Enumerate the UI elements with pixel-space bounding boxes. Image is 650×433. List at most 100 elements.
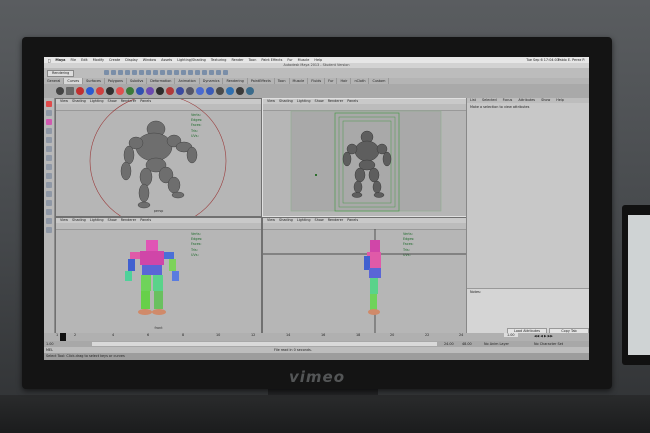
cylinder-icon[interactable] (76, 87, 84, 95)
menu-texturing[interactable]: Texturing (211, 58, 227, 62)
menu-modify[interactable]: Modify (93, 58, 104, 62)
sphere-icon[interactable] (56, 87, 64, 95)
extrude-icon[interactable] (146, 87, 154, 95)
robot-model-camera[interactable] (263, 99, 466, 216)
detach-icon[interactable] (206, 87, 214, 95)
sidebar-toggle-icon[interactable] (216, 70, 221, 75)
manipulator-icon[interactable] (46, 155, 52, 161)
tick-label: 6 (147, 333, 150, 337)
bevel-icon[interactable] (156, 87, 164, 95)
menu-lighting[interactable]: Lighting/Shading (177, 58, 206, 62)
boundary-icon[interactable] (186, 87, 194, 95)
render-settings-icon[interactable] (195, 70, 200, 75)
cube-icon[interactable] (66, 87, 74, 95)
current-frame-field[interactable]: 1.00 (504, 333, 518, 337)
range-bar[interactable] (92, 342, 437, 346)
trim-icon[interactable] (216, 87, 224, 95)
snap-plane-icon[interactable] (167, 70, 172, 75)
tick-label: 1 (56, 333, 59, 337)
menu-create[interactable]: Create (109, 58, 120, 62)
tick-label: 24 (459, 333, 464, 337)
snap-curve-icon[interactable] (153, 70, 158, 75)
hypershade-layout-icon[interactable] (46, 209, 52, 215)
revolve-icon[interactable] (166, 87, 174, 95)
save-scene-icon[interactable] (118, 70, 123, 75)
attach-icon[interactable] (196, 87, 204, 95)
menu-fur[interactable]: Fur (287, 58, 292, 62)
ae-menu-attributes[interactable]: Attributes (515, 98, 538, 103)
scale-tool-icon[interactable] (46, 146, 52, 152)
tick-label: 14 (286, 333, 291, 337)
viewport-bottom-right[interactable]: View Shading Lighting Show Renderer Pane… (262, 217, 467, 334)
curve-tool-icon[interactable] (116, 87, 124, 95)
plane-icon[interactable] (96, 87, 104, 95)
last-tool-icon[interactable] (46, 164, 52, 170)
menu-file[interactable]: File (70, 58, 76, 62)
open-scene-icon[interactable] (111, 70, 116, 75)
planar-icon[interactable] (176, 87, 184, 95)
select-hierarchy-icon[interactable] (125, 70, 130, 75)
render-icon[interactable] (181, 70, 186, 75)
select-object-icon[interactable] (132, 70, 137, 75)
menu-toon[interactable]: Toon (249, 58, 257, 62)
cone-icon[interactable] (86, 87, 94, 95)
rebuild-icon[interactable] (236, 87, 244, 95)
current-time-marker[interactable] (60, 333, 66, 341)
layout-extra-icon[interactable] (46, 227, 52, 233)
menu-paint-effects[interactable]: Paint Effects (261, 58, 282, 62)
bezier-icon[interactable] (126, 87, 134, 95)
single-view-icon[interactable] (46, 173, 52, 179)
tick-label: 18 (356, 333, 361, 337)
viewport-top-right[interactable]: View Shading Lighting Show Renderer Pane… (262, 98, 467, 217)
select-component-icon[interactable] (139, 70, 144, 75)
viewport-top-left[interactable]: View Shading Lighting Show Renderer Pane… (55, 98, 262, 217)
menu-render[interactable]: Render (231, 58, 243, 62)
menu-muscle[interactable]: Muscle (298, 58, 310, 62)
menu-display[interactable]: Display (125, 58, 138, 62)
rotate-tool-icon[interactable] (46, 137, 52, 143)
torus-icon[interactable] (106, 87, 114, 95)
status-icons (104, 70, 230, 75)
help-line: Select Tool: Click-drag to select keys o… (44, 353, 589, 360)
paint-select-icon[interactable] (46, 119, 52, 125)
snap-grid-icon[interactable] (146, 70, 151, 75)
playback-controls[interactable]: ◀◀ ◀ ▶ ▶▶ (534, 334, 553, 339)
robot-model-persp[interactable] (56, 99, 261, 216)
menu-assets[interactable]: Assets (161, 58, 172, 62)
menuset-dropdown[interactable]: Rendering (47, 70, 75, 77)
persp-graph-icon[interactable] (46, 200, 52, 206)
viewport-bottom-left[interactable]: View Shading Lighting Show Renderer Pane… (55, 217, 262, 334)
hypershade-icon[interactable] (202, 70, 207, 75)
ae-menu-list[interactable]: List (467, 98, 479, 103)
move-tool-icon[interactable] (46, 128, 52, 134)
lasso-tool-icon[interactable] (46, 110, 52, 116)
project-icon[interactable] (246, 87, 254, 95)
ipr-render-icon[interactable] (188, 70, 193, 75)
ae-menu-show[interactable]: Show (538, 98, 553, 103)
input-line-icon[interactable] (209, 70, 214, 75)
apple-icon[interactable]:  (48, 58, 50, 63)
segmented-robot-side[interactable] (263, 218, 466, 333)
segmented-robot-front[interactable] (56, 218, 261, 333)
persp-outliner-icon[interactable] (46, 191, 52, 197)
outliner-layout-icon[interactable] (46, 218, 52, 224)
tick-label: 10 (216, 333, 221, 337)
channel-box-icon[interactable] (223, 70, 228, 75)
ae-menu-selected[interactable]: Selected (479, 98, 500, 103)
loft-icon[interactable] (136, 87, 144, 95)
menu-window[interactable]: Window (143, 58, 156, 62)
time-slider[interactable]: 1 2 4 6 8 10 12 14 16 18 20 22 24 1.00 ◀… (44, 333, 589, 341)
four-view-icon[interactable] (46, 182, 52, 188)
history-icon[interactable] (174, 70, 179, 75)
menu-app[interactable]: Maya (55, 58, 65, 62)
snap-point-icon[interactable] (160, 70, 165, 75)
select-tool-icon[interactable] (46, 101, 52, 107)
offset-icon[interactable] (226, 87, 234, 95)
ae-menu-help[interactable]: Help (553, 98, 567, 103)
side-monitor (622, 205, 650, 365)
ae-menu-focus[interactable]: Focus (500, 98, 516, 103)
new-scene-icon[interactable] (104, 70, 109, 75)
menu-edit[interactable]: Edit (81, 58, 88, 62)
notes-label: Notes: (470, 290, 481, 294)
menu-help[interactable]: Help (314, 58, 322, 62)
